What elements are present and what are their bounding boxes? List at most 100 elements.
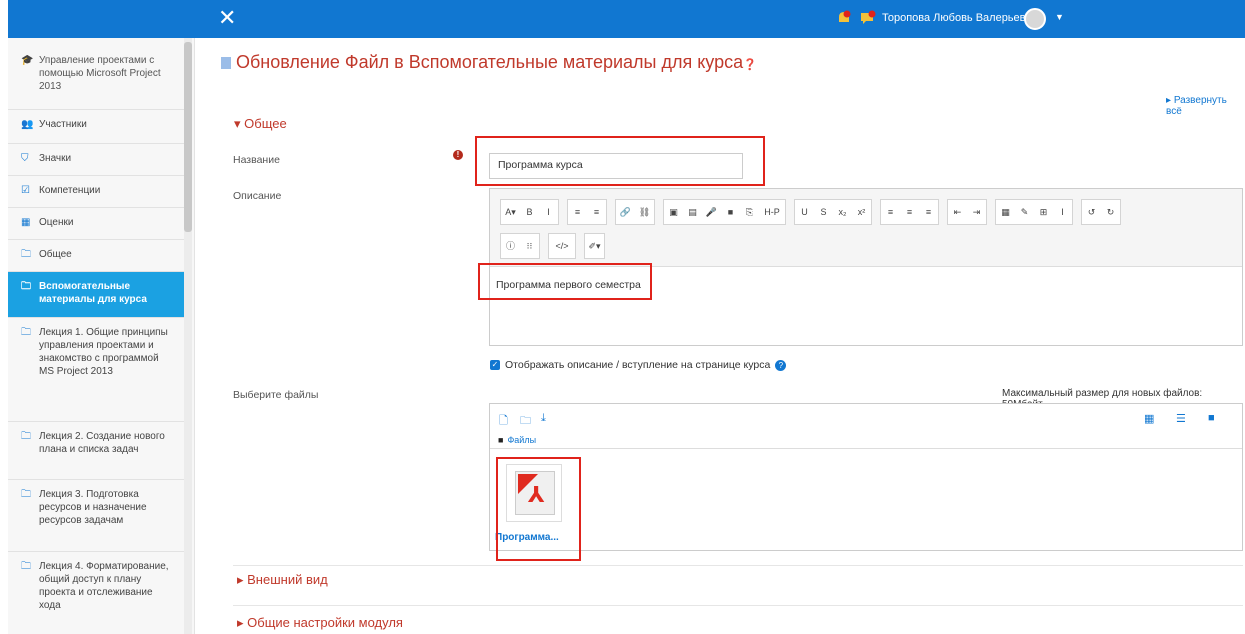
sidebar-item-label: Лекция 2. Создание нового плана и списка… xyxy=(39,431,165,455)
sidebar-item-badges[interactable]: ⛉ Значки xyxy=(8,144,184,176)
download-icon[interactable]: ⤓ xyxy=(541,412,546,425)
toolbar-button[interactable]: ⓘ xyxy=(501,234,520,258)
close-icon[interactable]: ✕ xyxy=(218,6,236,30)
toolbar-button[interactable]: ⛓ xyxy=(635,200,654,224)
toolbar-button[interactable]: A▾ xyxy=(501,200,520,224)
file-picker-toolbar: 🗋 🗀 ⤓ ▦ ☰ ■ ■ Файлы xyxy=(490,404,1242,449)
file-picker: 🗋 🗀 ⤓ ▦ ☰ ■ ■ Файлы ⅄ Программа... xyxy=(489,403,1243,551)
toolbar-button[interactable]: ≡ xyxy=(881,200,900,224)
toolbar-button[interactable]: ↻ xyxy=(1101,200,1120,224)
sidebar-item-competencies[interactable]: ☑ Компетенции xyxy=(8,176,184,208)
toolbar-group: A▾ B I xyxy=(500,199,559,225)
sidebar-item-lecture-1[interactable]: 🗀 Лекция 1. Общие принципы управления пр… xyxy=(8,318,184,422)
sidebar-item-course[interactable]: 🎓 Управление проектами с помощью Microso… xyxy=(8,46,184,110)
sidebar-item-label: Лекция 4. Форматирование, общий доступ к… xyxy=(39,561,169,611)
expand-all-link[interactable]: ▸ Развернуть всё xyxy=(1166,95,1245,117)
sidebar: 🎓 Управление проектами с помощью Microso… xyxy=(8,38,195,634)
chevron-down-icon[interactable]: ▼ xyxy=(1055,12,1064,22)
section-module-toggle[interactable]: ▸ Общие настройки модуля xyxy=(237,615,403,631)
highlight-box-description xyxy=(478,263,652,300)
toolbar-button[interactable]: ⇤ xyxy=(948,200,967,224)
toolbar-button[interactable]: B xyxy=(520,200,539,224)
toolbar-button[interactable]: ≡ xyxy=(919,200,938,224)
section-appearance-toggle[interactable]: ▸ Внешний вид xyxy=(237,572,328,588)
chat-icon[interactable] xyxy=(860,10,876,26)
create-folder-icon[interactable]: 🗀 xyxy=(520,412,531,431)
toolbar-button[interactable]: ⎘ xyxy=(740,200,759,224)
grid-view-icon[interactable]: ▦ xyxy=(1144,412,1154,425)
add-file-icon[interactable]: 🗋 xyxy=(499,412,508,431)
file-icon xyxy=(221,57,231,69)
toolbar-button[interactable]: ▤ xyxy=(683,200,702,224)
list-view-icon[interactable]: ☰ xyxy=(1176,412,1186,425)
toolbar-button[interactable]: H-P xyxy=(759,200,785,224)
toolbar-button[interactable]: ≡ xyxy=(900,200,919,224)
sidebar-item-label: Участники xyxy=(39,119,87,130)
checkmark-icon[interactable]: ✓ xyxy=(490,360,500,370)
toolbar-button[interactable]: 🎤 xyxy=(702,200,721,224)
help-icon[interactable]: ? xyxy=(775,359,787,371)
toolbar-button[interactable]: ✎ xyxy=(1015,200,1034,224)
toolbar-button[interactable]: x₂ xyxy=(833,200,852,224)
expand-all-label: Развернуть всё xyxy=(1166,95,1227,117)
toolbar-button[interactable]: 🔗 xyxy=(616,200,635,224)
editor-toolbar: A▾ B I ≡ ≡ 🔗 ⛓ ▣ ▤ 🎤 ■ ⎘ H-P U Sx₂ x² ≡ ≡ ≡ ⇤ ⇥ ▦ ✎ ⊞ I ↺ ↻ ⓘ ⁝⁝ </>… xyxy=(490,189,1242,267)
sidebar-item-lecture-3[interactable]: 🗀 Лекция 3. Подготовка ресурсов и назнач… xyxy=(8,480,184,552)
sidebar-item-label: Компетенции xyxy=(39,185,101,196)
sidebar-item-lecture-2[interactable]: 🗀 Лекция 2. Создание нового плана и спис… xyxy=(8,422,184,480)
toolbar-button[interactable]: S xyxy=(814,200,833,224)
toolbar-button[interactable]: ≡ xyxy=(587,200,606,224)
toolbar-group: ▣ ▤ 🎤 ■ ⎘ H-P xyxy=(663,199,786,225)
section-appearance-label: Внешний вид xyxy=(247,572,328,587)
toolbar-button[interactable]: ✐▾ xyxy=(585,234,604,258)
toolbar-button[interactable]: ↺ xyxy=(1082,200,1101,224)
breadcrumb-files-link[interactable]: Файлы xyxy=(507,435,536,445)
toolbar-button[interactable]: ■ xyxy=(721,200,740,224)
toolbar-button[interactable]: I xyxy=(539,200,558,224)
toolbar-button[interactable]: ▦ xyxy=(996,200,1015,224)
folder-view-icon[interactable]: ■ xyxy=(1208,412,1215,424)
toolbar-button[interactable]: ≡ xyxy=(568,200,587,224)
toolbar-button[interactable]: ⊞ xyxy=(1034,200,1053,224)
page-title-text: Обновление Файл в Вспомогательные матери… xyxy=(236,52,744,72)
sidebar-item-grades[interactable]: ▦ Оценки xyxy=(8,208,184,240)
toolbar-button[interactable]: x² xyxy=(852,200,871,224)
toolbar-button[interactable]: I xyxy=(1053,200,1072,224)
toolbar-button[interactable]: ▣ xyxy=(664,200,683,224)
sidebar-item-lecture-4[interactable]: 🗀 Лекция 4. Форматирование, общий доступ… xyxy=(8,552,184,634)
sidebar-item-general[interactable]: 🗀 Общее xyxy=(8,240,184,272)
toolbar-group: ⇤ ⇥ xyxy=(947,199,987,225)
sidebar-item-participants[interactable]: 👥 Участники xyxy=(8,110,184,144)
toolbar-row-1: A▾ B I ≡ ≡ 🔗 ⛓ ▣ ▤ 🎤 ■ ⎘ H-P U Sx₂ x² ≡ ≡ ≡ ⇤ ⇥ ▦ ✎ ⊞ I ↺ ↻ xyxy=(500,199,1129,225)
section-general-toggle[interactable]: ▾ Общее xyxy=(234,116,287,132)
toolbar-button[interactable]: U xyxy=(795,200,814,224)
sidebar-item-label: Общее xyxy=(39,249,72,260)
avatar[interactable] xyxy=(1024,8,1046,30)
folder-icon: 🗀 xyxy=(21,431,31,442)
files-label: Выберите файлы xyxy=(233,389,319,401)
sidebar-item-materials[interactable]: 🗀 Вспомогательные материалы для курса xyxy=(8,272,184,318)
top-navbar: ✕ Торопова Любовь Валерьевна ▼ xyxy=(0,0,1245,38)
toolbar-group: ⓘ ⁝⁝ xyxy=(500,233,540,259)
show-description-checkbox[interactable]: ✓ Отображать описание / вступление на ст… xyxy=(490,359,787,371)
toolbar-group: ≡ ≡ ≡ xyxy=(880,199,939,225)
bell-icon[interactable] xyxy=(837,10,851,26)
checkbox-icon: ☑ xyxy=(21,185,30,196)
sidebar-item-label: Управление проектами с помощью Microsoft… xyxy=(39,55,161,92)
toolbar-button[interactable]: </> xyxy=(549,234,575,258)
folder-icon: 🗀 xyxy=(21,249,31,260)
folder-icon: 🗀 xyxy=(21,561,31,572)
help-icon[interactable]: ❓ xyxy=(743,59,757,71)
name-label: Название xyxy=(233,154,280,166)
toolbar-group: U Sx₂ x² xyxy=(794,199,872,225)
toolbar-button[interactable]: ⁝⁝ xyxy=(520,234,539,258)
toolbar-button[interactable]: ⇥ xyxy=(967,200,986,224)
show-description-label: Отображать описание / вступление на стра… xyxy=(505,359,771,371)
divider xyxy=(233,565,1243,566)
toolbar-group: ✐▾ xyxy=(584,233,605,259)
description-label: Описание xyxy=(233,190,282,202)
folder-icon: ■ xyxy=(498,435,504,445)
scrollbar-thumb[interactable] xyxy=(184,42,192,232)
toolbar-group: ≡ ≡ xyxy=(567,199,607,225)
user-name[interactable]: Торопова Любовь Валерьевна xyxy=(882,12,1038,24)
